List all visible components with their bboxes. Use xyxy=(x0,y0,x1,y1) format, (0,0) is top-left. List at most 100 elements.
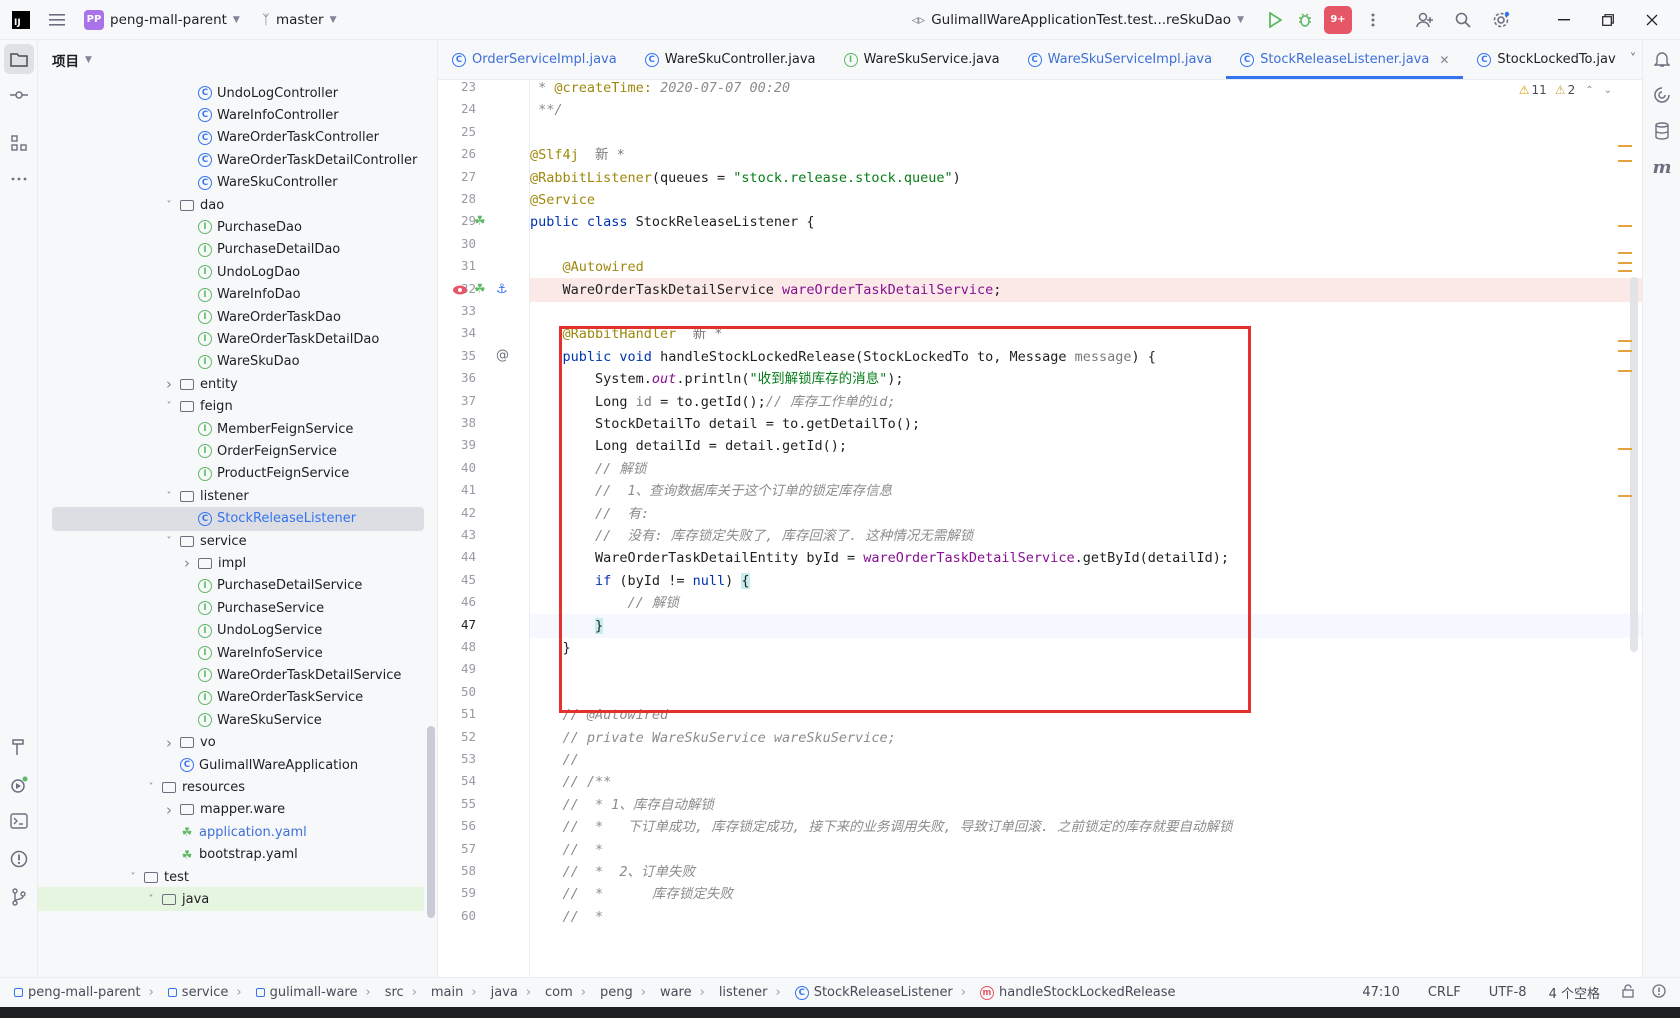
line-number[interactable]: 53 xyxy=(438,751,476,766)
line-number[interactable]: 26 xyxy=(438,146,476,161)
help-icon[interactable] xyxy=(1652,983,1666,1002)
tree-item[interactable]: I WareSkuDao xyxy=(38,350,424,374)
line-number[interactable]: 42 xyxy=(438,505,476,520)
cursor-position[interactable]: 47:10 xyxy=(1362,985,1399,1000)
line-number[interactable]: 60 xyxy=(438,908,476,923)
error-stripe-marker[interactable] xyxy=(1618,370,1632,372)
code-line[interactable]: public class StockReleaseListener { xyxy=(530,210,1642,234)
breadcrumb-item[interactable]: java › xyxy=(491,985,539,1000)
close-window-icon[interactable] xyxy=(1630,5,1674,35)
editor-tab[interactable]: C WareSkuController.java xyxy=(631,40,830,79)
structure-tool-icon[interactable] xyxy=(4,128,34,158)
tree-item[interactable]: C WareSkuController xyxy=(38,171,424,195)
line-number[interactable]: 54 xyxy=(438,773,476,788)
line-number[interactable]: 37 xyxy=(438,393,476,408)
line-number[interactable]: 51 xyxy=(438,706,476,721)
notifications-badge-button[interactable]: 9+ xyxy=(1324,5,1352,34)
chevron-down-icon[interactable]: ˅ xyxy=(144,782,158,793)
error-stripe-marker[interactable] xyxy=(1618,448,1632,450)
tree-item[interactable]: C WareInfoController xyxy=(38,103,424,127)
line-number[interactable]: 25 xyxy=(438,124,476,139)
close-tab-icon[interactable]: ✕ xyxy=(1439,53,1449,67)
line-number[interactable]: 58 xyxy=(438,863,476,878)
lock-icon[interactable] xyxy=(1622,983,1634,1002)
editor-tab[interactable]: C WareSkuServiceImpl.java xyxy=(1014,40,1226,79)
tree-item[interactable]: C WareOrderTaskController xyxy=(38,126,424,150)
line-number[interactable]: 52 xyxy=(438,729,476,744)
tree-item[interactable]: I WareSkuService xyxy=(38,708,424,732)
chevron-down-icon[interactable]: ⌄ xyxy=(1604,85,1612,96)
project-tool-icon[interactable] xyxy=(4,44,34,74)
breadcrumb-item[interactable]: main › xyxy=(431,985,485,1000)
tree-item[interactable]: ˅ listener xyxy=(38,484,424,508)
line-number[interactable]: 35 xyxy=(438,348,476,363)
code-line[interactable] xyxy=(530,233,1642,257)
restore-icon[interactable] xyxy=(1586,5,1630,35)
problems-icon[interactable] xyxy=(4,844,34,874)
line-number[interactable]: 24 xyxy=(438,101,476,116)
code-line[interactable]: // * 2、订单失败 xyxy=(530,860,1642,884)
line-number[interactable]: 40 xyxy=(438,460,476,475)
code-line[interactable]: // private WareSkuService wareSkuService… xyxy=(530,726,1642,750)
code-line[interactable]: // * 下订单成功, 库存锁定成功, 接下来的业务调用失败, 导致订单回滚. … xyxy=(530,815,1642,839)
breadcrumb-item[interactable]: peng-mall-parent › xyxy=(14,985,162,1000)
line-number[interactable]: 23 xyxy=(438,80,476,94)
tree-item[interactable]: ˅ service xyxy=(38,529,424,553)
error-stripe-marker[interactable] xyxy=(1618,225,1632,227)
inspection-widget[interactable]: ⚠ 11 ⚠ 2 ⌃ ⌄ xyxy=(1518,80,1612,100)
tree-item[interactable]: I WareOrderTaskService xyxy=(38,686,424,710)
breakpoint-eye-icon[interactable] xyxy=(452,282,468,298)
line-number[interactable]: 44 xyxy=(438,549,476,564)
line-number[interactable]: 27 xyxy=(438,169,476,184)
chevron-down-icon[interactable]: ˅ xyxy=(162,200,176,211)
tree-item[interactable]: I PurchaseDetailService xyxy=(38,574,424,598)
minimize-icon[interactable] xyxy=(1542,5,1586,35)
debug-icon[interactable] xyxy=(1290,5,1320,35)
chevron-down-icon[interactable]: ˅ xyxy=(126,872,140,883)
chevron-right-icon[interactable]: › xyxy=(162,734,176,752)
tree-item[interactable]: I WareOrderTaskDao xyxy=(38,305,424,329)
line-number[interactable]: 36 xyxy=(438,370,476,385)
code-line[interactable] xyxy=(530,121,1642,145)
breadcrumb-item[interactable]: com › xyxy=(545,985,594,1000)
line-number[interactable]: 49 xyxy=(438,661,476,676)
tree-item[interactable]: I OrderFeignService xyxy=(38,439,424,463)
line-number[interactable]: 33 xyxy=(438,303,476,318)
run-icon[interactable] xyxy=(1260,5,1290,35)
tree-item[interactable]: ˅ feign xyxy=(38,395,424,419)
chevron-up-icon[interactable]: ⌃ xyxy=(1585,85,1593,96)
code-line[interactable]: @RabbitListener(queues = "stock.release.… xyxy=(530,166,1642,190)
code-line[interactable]: // * xyxy=(530,905,1642,929)
chevron-down-icon[interactable]: ˅ xyxy=(144,894,158,905)
tree-item[interactable]: ˅ test xyxy=(38,865,424,889)
intellij-logo[interactable]: IJ xyxy=(12,10,30,29)
tree-item[interactable]: I PurchaseService xyxy=(38,596,424,620)
error-stripe-marker[interactable] xyxy=(1618,262,1632,264)
ai-assistant-icon[interactable] xyxy=(1647,80,1677,110)
maven-icon[interactable]: m xyxy=(1647,152,1677,182)
error-stripe-marker[interactable] xyxy=(1618,145,1632,147)
add-user-icon[interactable] xyxy=(1410,5,1440,35)
database-icon[interactable] xyxy=(1647,116,1677,146)
tree-item[interactable]: ☘ application.yaml xyxy=(38,820,424,844)
line-number[interactable]: 28 xyxy=(438,191,476,206)
tree-item[interactable]: › entity xyxy=(38,372,424,396)
code-line[interactable]: * @createTime: 2020-07-07 00:20 xyxy=(530,80,1642,100)
tree-item[interactable]: › mapper.ware xyxy=(38,798,424,822)
tree-item[interactable]: ☘ bootstrap.yaml xyxy=(38,843,424,867)
tree-item[interactable]: C WareOrderTaskDetailController xyxy=(38,148,424,172)
git-icon[interactable] xyxy=(4,882,34,912)
error-stripe-marker[interactable] xyxy=(1618,340,1632,342)
tree-item[interactable]: I PurchaseDetailDao xyxy=(38,238,424,262)
code-line[interactable]: @Slf4j 新 * xyxy=(530,143,1642,167)
navigate-to-bean-icon[interactable]: ⚓ xyxy=(496,282,508,297)
breadcrumb-item[interactable]: C StockReleaseListener › xyxy=(794,985,974,1000)
chevron-right-icon[interactable]: › xyxy=(162,375,176,393)
notifications-bell-icon[interactable] xyxy=(1647,44,1677,74)
line-number[interactable]: 57 xyxy=(438,841,476,856)
code-line[interactable]: @Service xyxy=(530,188,1642,212)
tree-item[interactable]: I WareInfoDao xyxy=(38,283,424,307)
chevron-down-icon[interactable]: ˅ xyxy=(162,491,176,502)
tree-item[interactable]: I ProductFeignService xyxy=(38,462,424,486)
breadcrumb-item[interactable]: gulimall-ware › xyxy=(255,985,379,1000)
